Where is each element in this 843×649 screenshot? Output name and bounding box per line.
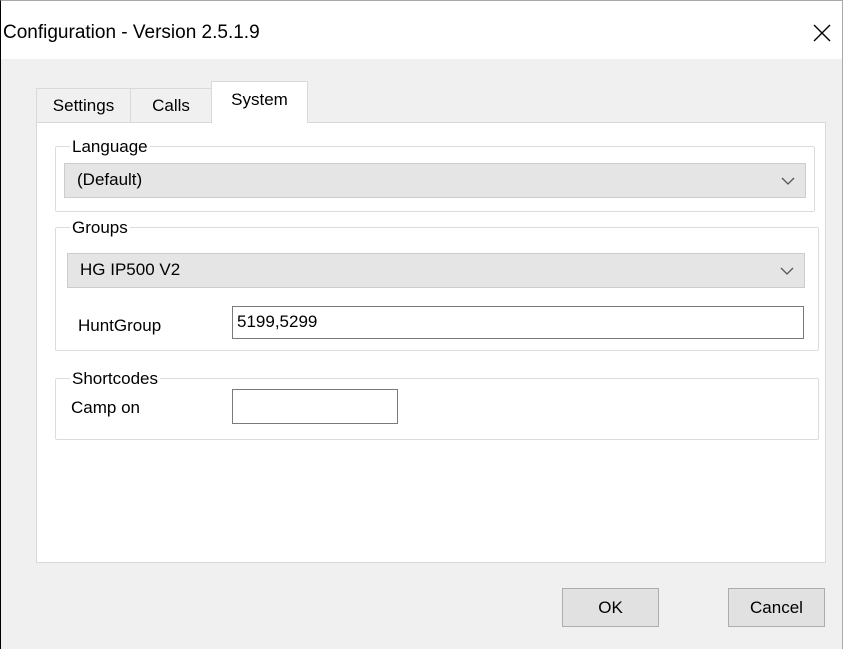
- camp-on-input[interactable]: [232, 389, 398, 424]
- huntgroup-label: HuntGroup: [78, 316, 162, 335]
- tab-system[interactable]: System: [211, 81, 308, 123]
- cancel-button[interactable]: Cancel: [728, 588, 825, 627]
- cancel-button-label: Cancel: [750, 598, 803, 617]
- ok-button-label: OK: [598, 598, 623, 617]
- huntgroup-input[interactable]: 5199,5299: [232, 306, 804, 339]
- tab-calls-label: Calls: [152, 96, 190, 115]
- title-bar: Configuration - Version 2.5.1.9: [1, 1, 842, 59]
- groups-selected-value: HG IP500 V2: [80, 260, 181, 279]
- language-dropdown[interactable]: (Default): [64, 163, 806, 198]
- tab-calls[interactable]: Calls: [130, 88, 212, 122]
- tab-system-label: System: [231, 90, 288, 109]
- close-button[interactable]: [802, 14, 842, 52]
- groups-legend: Groups: [70, 218, 130, 237]
- configuration-window: Configuration - Version 2.5.1.9 Settings…: [0, 0, 843, 649]
- language-selected-value: (Default): [77, 170, 143, 189]
- shortcodes-legend: Shortcodes: [70, 369, 160, 388]
- language-legend: Language: [70, 137, 150, 156]
- tab-settings[interactable]: Settings: [36, 88, 131, 122]
- system-tab-page: Language (Default) Groups HG IP500 V2 Hu…: [36, 122, 826, 563]
- chevron-down-icon: [781, 164, 795, 197]
- tab-settings-label: Settings: [52, 96, 115, 115]
- shortcodes-group: [55, 378, 819, 440]
- ok-button[interactable]: OK: [562, 588, 659, 627]
- groups-dropdown[interactable]: HG IP500 V2: [67, 253, 805, 288]
- close-icon: [813, 24, 831, 42]
- chevron-down-icon: [780, 254, 794, 287]
- camp-on-label: Camp on: [71, 398, 140, 417]
- window-title: Configuration - Version 2.5.1.9: [3, 22, 260, 43]
